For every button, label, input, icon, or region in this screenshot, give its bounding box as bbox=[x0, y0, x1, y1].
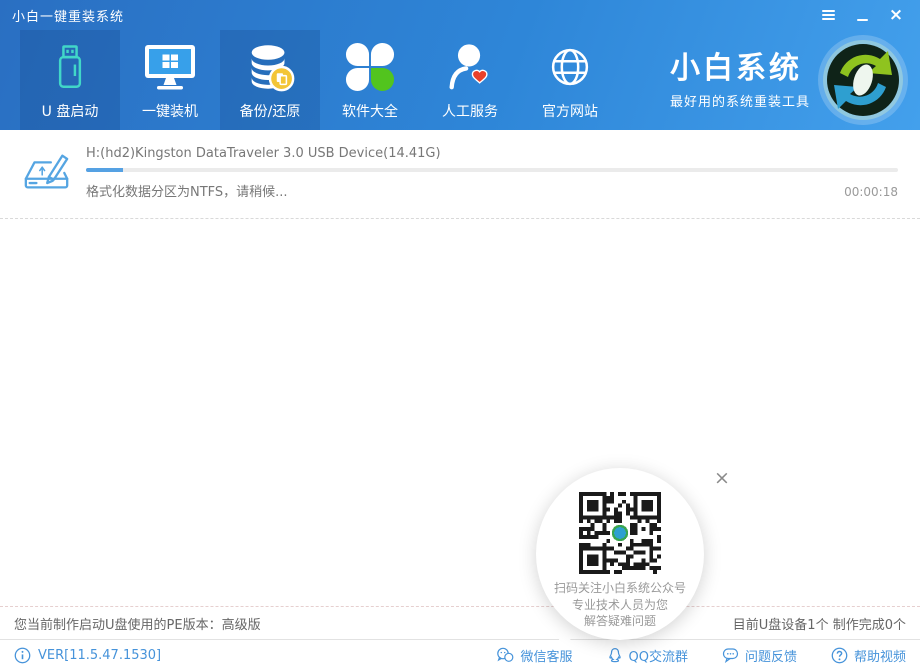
help-icon bbox=[831, 647, 848, 664]
tab-label: 一键装机 bbox=[142, 101, 198, 121]
tab-website[interactable]: 官方网站 bbox=[520, 30, 620, 130]
wechat-icon bbox=[496, 647, 514, 663]
globe-icon bbox=[543, 39, 597, 95]
tab-label: 备份/还原 bbox=[240, 101, 301, 121]
qr-popup: 扫码关注小白系统公众号 专业技术人员为您 解答疑难问题 × bbox=[536, 466, 746, 666]
brand-tagline: 最好用的系统重装工具 bbox=[670, 91, 810, 110]
window-controls: × bbox=[820, 7, 908, 23]
tab-label: 软件大全 bbox=[342, 101, 398, 121]
tab-one-key-install[interactable]: 一键装机 bbox=[120, 30, 220, 130]
tab-support[interactable]: 人工服务 bbox=[420, 30, 520, 130]
clover-icon bbox=[345, 39, 395, 95]
version-info[interactable]: VER[11.5.47.1530] bbox=[14, 647, 161, 664]
link-label: 帮助视频 bbox=[854, 646, 906, 665]
info-icon bbox=[14, 647, 31, 664]
status-bar: 您当前制作启动U盘使用的PE版本：高级版 目前U盘设备1个 制作完成0个 bbox=[0, 606, 920, 639]
sync-arrows-logo-icon bbox=[816, 33, 910, 127]
app-window: 小白一键重装系统 × U 盘启动 bbox=[0, 0, 920, 670]
tab-label: U 盘启动 bbox=[42, 101, 99, 121]
header: 小白一键重装系统 × U 盘启动 bbox=[0, 0, 920, 130]
tab-software[interactable]: 软件大全 bbox=[320, 30, 420, 130]
tab-usb-boot[interactable]: U 盘启动 bbox=[20, 30, 120, 130]
footer: VER[11.5.47.1530] 微信客服 bbox=[0, 639, 920, 670]
popup-bubble: 扫码关注小白系统公众号 专业技术人员为您 解答疑难问题 bbox=[536, 468, 704, 640]
content-area bbox=[0, 219, 920, 606]
popup-text: 扫码关注小白系统公众号 专业技术人员为您 解答疑难问题 bbox=[554, 580, 686, 630]
tab-label: 人工服务 bbox=[442, 101, 498, 121]
monitor-icon bbox=[142, 39, 198, 95]
progress-body: H:(hd2)Kingston DataTraveler 3.0 USB Dev… bbox=[86, 146, 898, 218]
brand: 小白系统 最好用的系统重装工具 bbox=[670, 30, 920, 130]
usb-drive-icon bbox=[47, 39, 93, 95]
popup-line: 解答疑难问题 bbox=[554, 613, 686, 630]
device-name: H:(hd2)Kingston DataTraveler 3.0 USB Dev… bbox=[86, 146, 898, 161]
elapsed-time: 00:00:18 bbox=[844, 185, 898, 199]
progress-bar bbox=[86, 168, 898, 172]
popup-line: 扫码关注小白系统公众号 bbox=[554, 580, 686, 597]
popup-line: 专业技术人员为您 bbox=[554, 597, 686, 614]
main-nav: U 盘启动 一键装机 bbox=[0, 30, 920, 130]
brand-title: 小白系统 bbox=[670, 51, 810, 87]
brand-text: 小白系统 最好用的系统重装工具 bbox=[670, 51, 810, 110]
progress-section: H:(hd2)Kingston DataTraveler 3.0 USB Dev… bbox=[0, 130, 920, 219]
titlebar: 小白一键重装系统 × bbox=[0, 0, 920, 30]
popup-close-icon[interactable]: × bbox=[712, 468, 732, 488]
app-title: 小白一键重装系统 bbox=[12, 6, 124, 25]
database-icon bbox=[243, 39, 297, 95]
qr-code bbox=[579, 492, 661, 574]
tab-backup-restore[interactable]: 备份/还原 bbox=[220, 30, 320, 130]
link-help[interactable]: 帮助视频 bbox=[831, 646, 906, 665]
pe-version-text: 您当前制作启动U盘使用的PE版本：高级版 bbox=[14, 614, 261, 633]
link-label: 问题反馈 bbox=[745, 646, 797, 665]
drive-write-icon bbox=[22, 148, 72, 218]
minimize-icon[interactable] bbox=[854, 7, 870, 23]
progress-status: 格式化数据分区为NTFS，请稍候... bbox=[86, 181, 288, 200]
menu-icon[interactable] bbox=[820, 7, 836, 23]
version-text: VER[11.5.47.1530] bbox=[38, 648, 161, 663]
usb-count-text: 目前U盘设备1个 制作完成0个 bbox=[733, 614, 906, 633]
close-icon[interactable]: × bbox=[888, 7, 904, 23]
progress-fill bbox=[86, 168, 123, 172]
person-heart-icon bbox=[443, 39, 497, 95]
tab-label: 官方网站 bbox=[542, 101, 598, 121]
